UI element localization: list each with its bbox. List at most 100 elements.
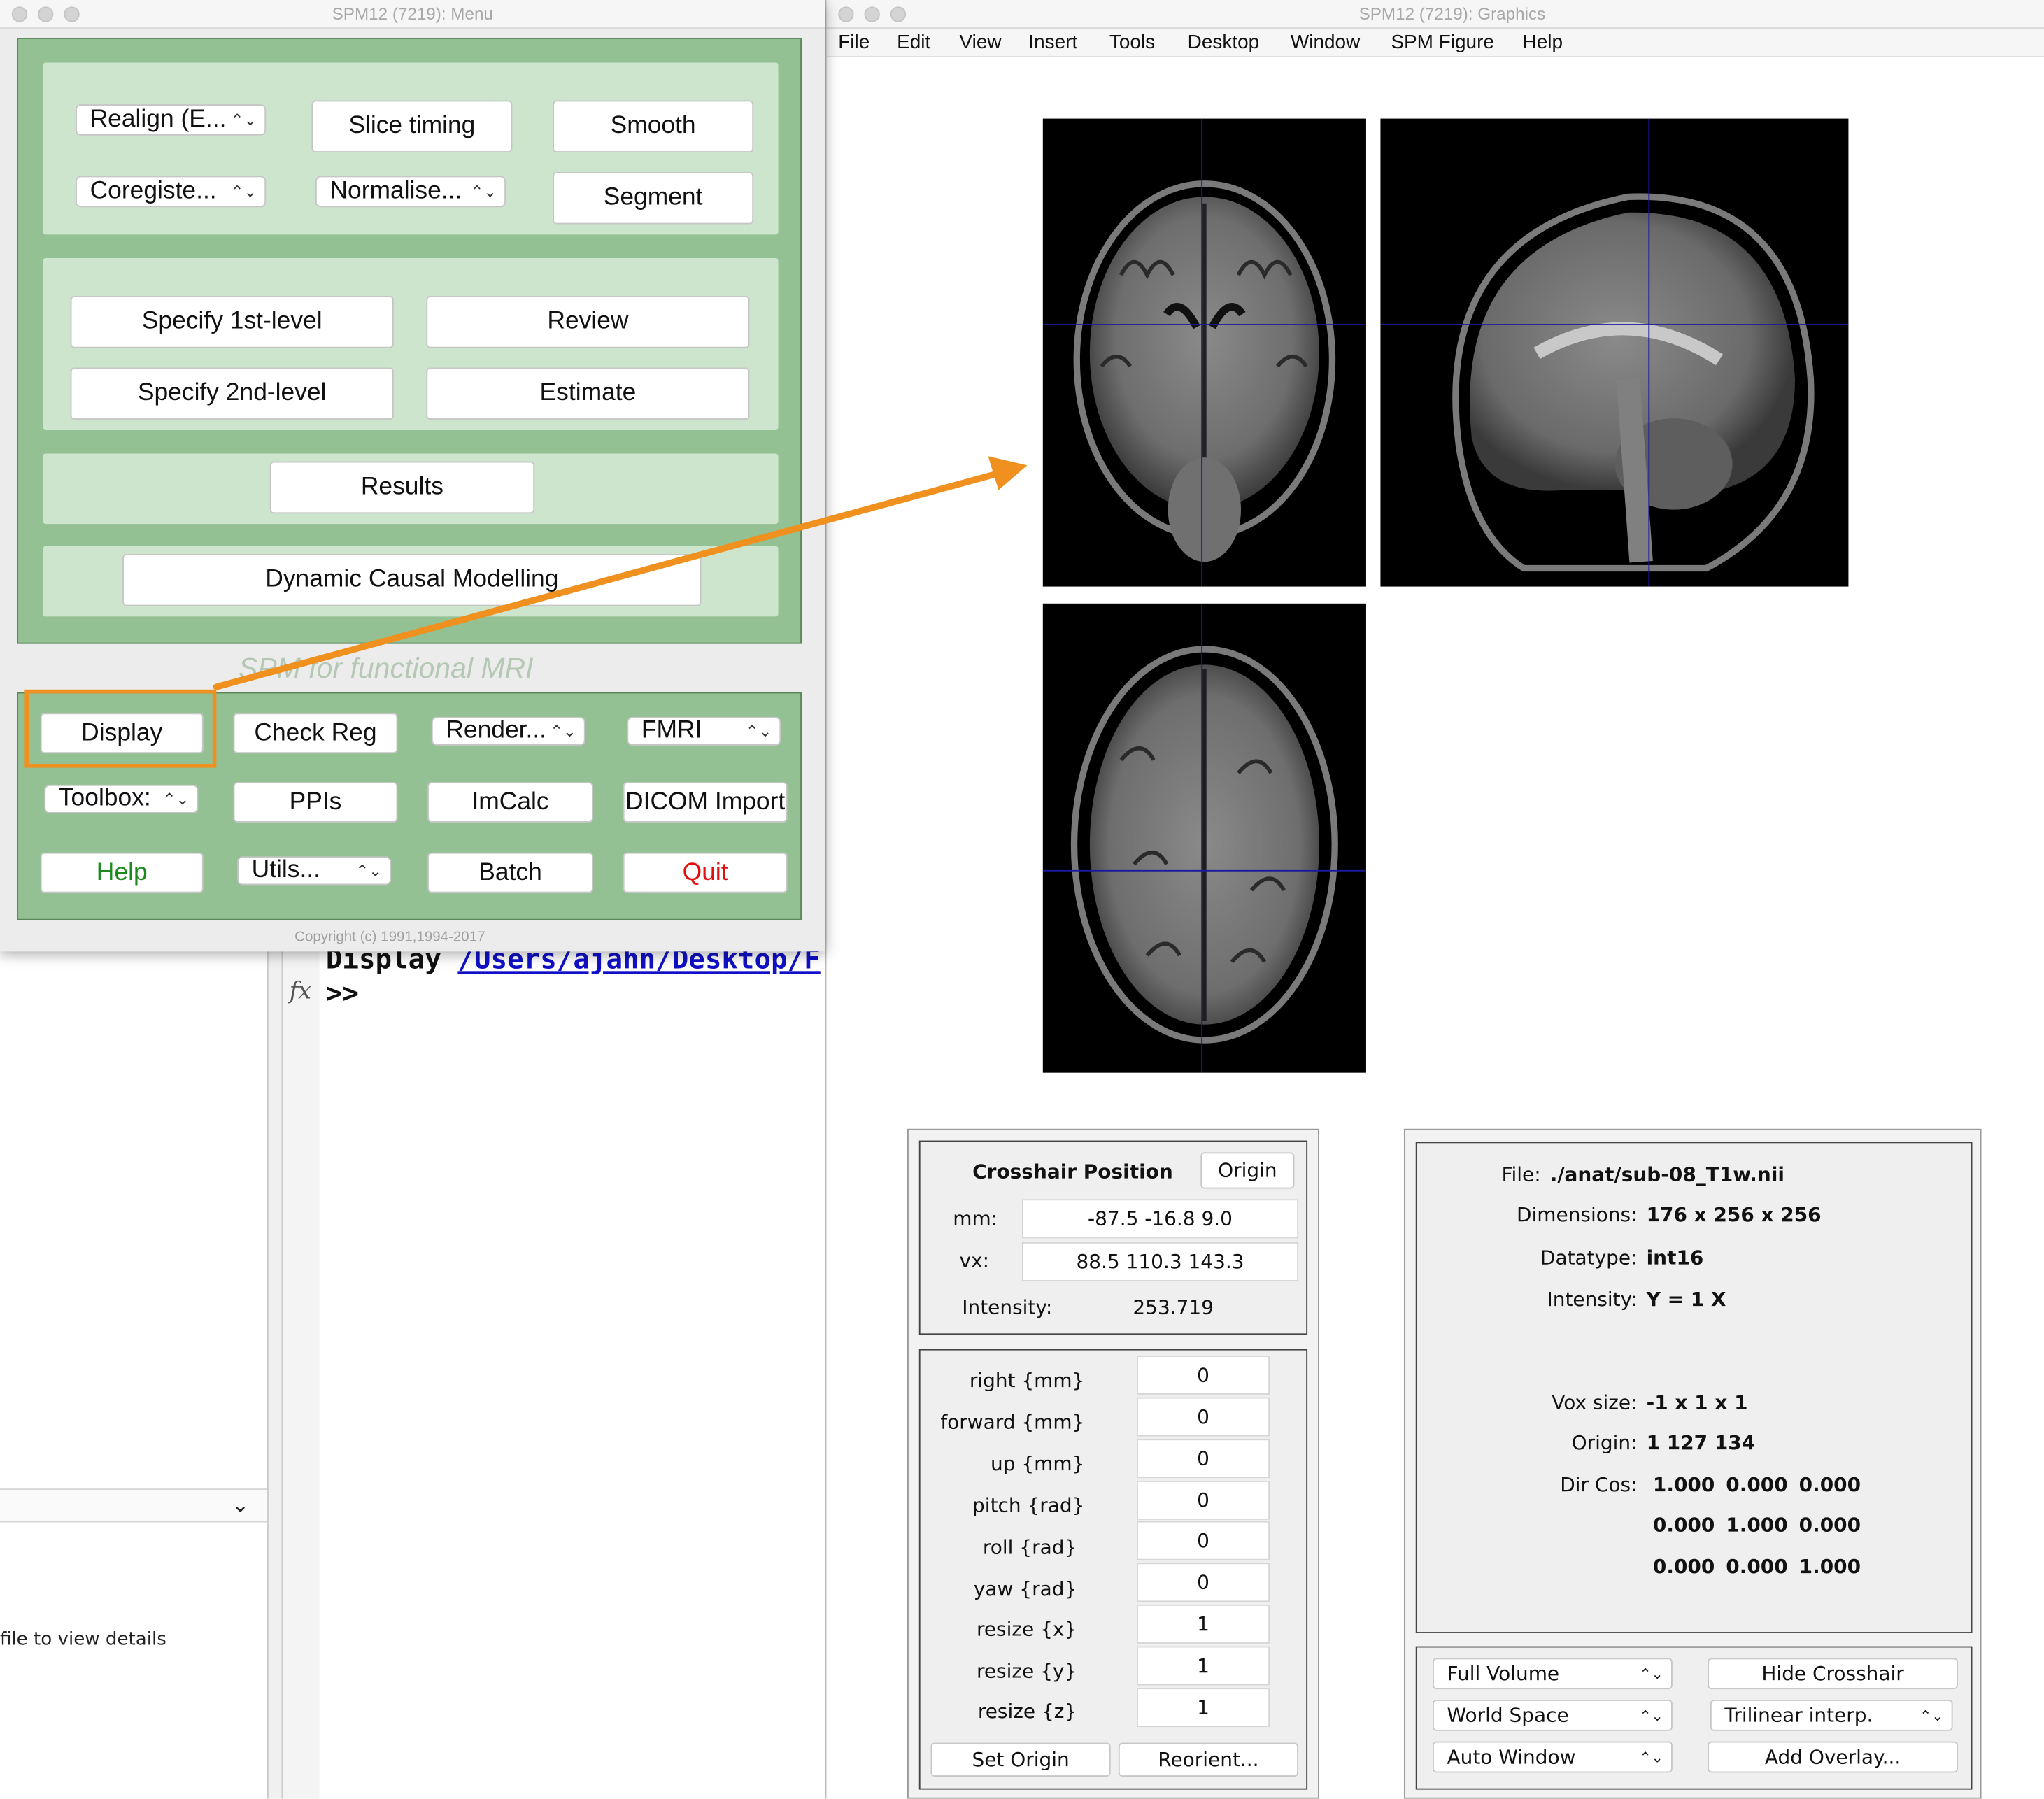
menu-insert[interactable]: Insert — [1028, 31, 1077, 54]
realign-select[interactable]: Realign (E... ⌃⌄ — [76, 104, 267, 136]
normalise-select[interactable]: Normalise... ⌃⌄ — [315, 176, 506, 208]
param-field[interactable]: 0 — [1136, 1439, 1270, 1479]
interpolation-select[interactable]: Trilinear interp. ⌃⌄ — [1710, 1700, 1953, 1731]
param-label: yaw {rad} — [973, 1577, 1077, 1601]
dicom-import-button[interactable]: DICOM Import — [623, 782, 788, 823]
transform-box: right {mm} 0 forward {mm} 0 up {mm} 0 pi… — [918, 1349, 1308, 1790]
menu-titlebar[interactable]: SPM12 (7219): Menu — [0, 0, 825, 29]
coregister-select[interactable]: Coregiste... ⌃⌄ — [76, 176, 267, 208]
crosshair-heading: Crosshair Position — [972, 1160, 1173, 1184]
intensity-value: 253.719 — [1133, 1295, 1214, 1319]
dircos-cell: 1.000 — [1652, 1472, 1715, 1497]
normalise-select-value: Normalise... — [329, 177, 462, 205]
coronal-brain-image — [1042, 118, 1366, 587]
volume-select[interactable]: Full Volume ⌃⌄ — [1432, 1658, 1673, 1690]
check-reg-button[interactable]: Check Reg — [233, 713, 398, 754]
fx-icon[interactable]: fx — [290, 978, 311, 1005]
dircos-cell: 0.000 — [1652, 1513, 1715, 1537]
menu-edit[interactable]: Edit — [897, 31, 930, 54]
param-field[interactable]: 1 — [1136, 1646, 1270, 1686]
space-select[interactable]: World Space ⌃⌄ — [1432, 1700, 1673, 1731]
review-button[interactable]: Review — [426, 296, 750, 348]
dircos-cell: 0.000 — [1798, 1513, 1861, 1537]
command-prompt[interactable]: >> — [326, 978, 359, 1009]
set-origin-button[interactable]: Set Origin — [930, 1742, 1111, 1777]
sagittal-view[interactable] — [1380, 118, 1849, 587]
utils-select[interactable]: Utils... ⌃⌄ — [237, 856, 392, 886]
vx-field[interactable]: 88.5 110.3 143.3 — [1021, 1242, 1299, 1281]
segment-button[interactable]: Segment — [553, 171, 754, 225]
param-field[interactable]: 0 — [1136, 1563, 1270, 1602]
dircos-cell: 1.000 — [1726, 1513, 1788, 1537]
window-select[interactable]: Auto Window ⌃⌄ — [1432, 1741, 1673, 1773]
specify-2nd-level-button[interactable]: Specify 2nd-level — [70, 367, 394, 420]
coronal-view[interactable] — [1042, 118, 1366, 587]
utils-select-value: Utils... — [251, 856, 321, 884]
results-button[interactable]: Results — [269, 461, 535, 514]
reorient-button[interactable]: Reorient... — [1118, 1742, 1299, 1777]
slice-timing-button[interactable]: Slice timing — [311, 100, 513, 153]
menu-help[interactable]: Help — [1523, 31, 1563, 54]
toolbox-select-value: Toolbox: — [58, 784, 151, 812]
menu-window[interactable]: Window — [1291, 31, 1360, 54]
menu-view[interactable]: View — [960, 31, 1002, 54]
smooth-button[interactable]: Smooth — [553, 100, 754, 153]
dcm-button[interactable]: Dynamic Causal Modelling — [122, 553, 702, 606]
menu-file[interactable]: File — [838, 31, 870, 54]
minimize-window-icon[interactable] — [864, 6, 880, 22]
origin-button[interactable]: Origin — [1200, 1152, 1295, 1189]
select-arrows-icon: ⌃⌄ — [745, 722, 772, 741]
quit-button[interactable]: Quit — [623, 852, 788, 893]
details-dropdown[interactable]: ⌄ — [0, 1488, 268, 1523]
splitter[interactable] — [267, 951, 283, 1799]
param-label: resize {x} — [976, 1617, 1077, 1642]
param-label: roll {rad} — [982, 1535, 1077, 1559]
param-field[interactable]: 0 — [1136, 1480, 1270, 1520]
render-select-value: Render... — [446, 716, 547, 745]
hide-crosshair-button[interactable]: Hide Crosshair — [1708, 1658, 1958, 1690]
estimate-button[interactable]: Estimate — [426, 367, 750, 420]
param-field[interactable]: 0 — [1136, 1397, 1270, 1437]
ppis-button[interactable]: PPIs — [233, 782, 398, 823]
axial-view[interactable] — [1042, 603, 1366, 1073]
toolbox-select[interactable]: Toolbox: ⌃⌄ — [44, 784, 199, 813]
param-field[interactable]: 1 — [1136, 1688, 1270, 1728]
menu-spm-figure[interactable]: SPM Figure — [1391, 31, 1494, 54]
dircos-cell: 0.000 — [1652, 1555, 1715, 1579]
close-window-icon[interactable] — [838, 6, 854, 22]
interpolation-select-value: Trilinear interp. — [1724, 1703, 1873, 1728]
select-arrows-icon: ⌃⌄ — [1639, 1748, 1663, 1766]
modality-select-value: FMRI — [641, 716, 702, 745]
display-highlight-box — [24, 689, 217, 768]
menu-desktop[interactable]: Desktop — [1188, 31, 1260, 54]
modality-select[interactable]: FMRI ⌃⌄ — [627, 716, 781, 746]
param-label: right {mm} — [969, 1368, 1085, 1393]
menu-tools[interactable]: Tools — [1109, 31, 1155, 54]
select-arrows-icon: ⌃⌄ — [162, 790, 190, 809]
param-field[interactable]: 1 — [1136, 1604, 1270, 1644]
render-select[interactable]: Render... ⌃⌄ — [431, 716, 585, 746]
graphics-title: SPM12 (7219): Graphics — [1358, 3, 1546, 24]
imcalc-button[interactable]: ImCalc — [427, 782, 593, 823]
graphics-titlebar[interactable]: SPM12 (7219): Graphics — [826, 0, 2044, 29]
chevron-down-icon[interactable]: ⌄ — [232, 1493, 249, 1519]
graphics-menubar: File Edit View Insert Tools Desktop Wind… — [826, 28, 2044, 57]
datatype-value: int16 — [1646, 1246, 1704, 1270]
param-field[interactable]: 0 — [1136, 1356, 1270, 1395]
command-window: Display /Users/ajahn/Desktop/F fx >> ⌄ f… — [0, 944, 825, 1799]
param-label: up {mm} — [991, 1451, 1085, 1476]
copyright-text: Copyright (c) 1991,1994-2017 — [294, 929, 485, 946]
batch-button[interactable]: Batch — [427, 852, 593, 893]
dircos-cell: 0.000 — [1798, 1472, 1861, 1497]
add-overlay-button[interactable]: Add Overlay... — [1708, 1741, 1958, 1773]
help-button[interactable]: Help — [40, 852, 204, 893]
zoom-window-icon[interactable] — [890, 6, 907, 22]
dircos-cell: 1.000 — [1798, 1555, 1861, 1579]
display-controls-box: Full Volume ⌃⌄ Hide Crosshair World Space… — [1415, 1646, 1973, 1790]
param-field[interactable]: 0 — [1136, 1521, 1270, 1560]
param-label: pitch {rad} — [972, 1493, 1085, 1518]
dircos-cell: 0.000 — [1726, 1555, 1788, 1579]
crosshair-box: Crosshair Position Origin mm: -87.5 -16.… — [918, 1140, 1308, 1335]
specify-1st-level-button[interactable]: Specify 1st-level — [70, 296, 394, 348]
mm-field[interactable]: -87.5 -16.8 9.0 — [1021, 1199, 1299, 1239]
